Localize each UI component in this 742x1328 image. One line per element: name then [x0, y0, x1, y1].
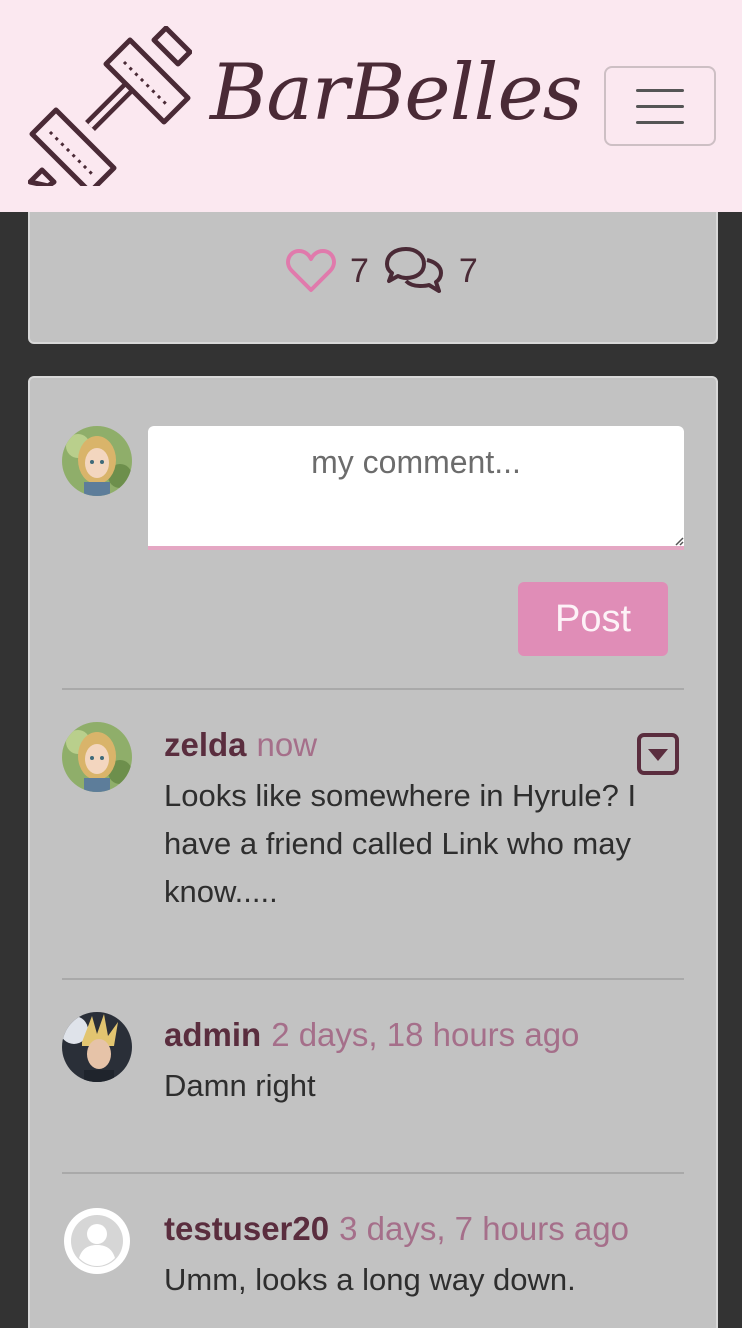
- post-card: 7 7: [28, 190, 718, 344]
- current-user-avatar: [62, 426, 132, 496]
- chat-bubbles-icon[interactable]: [383, 246, 445, 296]
- comment-item: admin 2 days, 18 hours ago Damn right: [62, 1012, 692, 1132]
- comment-text: Umm, looks a long way down.: [164, 1262, 576, 1297]
- heart-outline-icon[interactable]: [286, 249, 336, 293]
- comment-timestamp: now: [256, 726, 318, 763]
- comments-count: 7: [458, 251, 478, 290]
- caret-square-down-icon[interactable]: [636, 732, 680, 776]
- post-stats: 7 7: [286, 244, 492, 298]
- divider: [62, 688, 684, 690]
- comment-input[interactable]: [148, 426, 684, 550]
- comment-avatar-zelda[interactable]: [62, 722, 132, 792]
- hamburger-menu-icon: [636, 88, 684, 92]
- divider: [62, 978, 684, 980]
- comment-header: testuser20 3 days, 7 hours ago: [164, 1210, 629, 1248]
- comment-header: zelda now: [164, 726, 317, 764]
- comment-header: admin 2 days, 18 hours ago: [164, 1016, 579, 1054]
- barbell-icon[interactable]: [28, 26, 192, 186]
- comment-text: Looks like somewhere in Hyrule? I have a…: [164, 778, 637, 909]
- comment-timestamp: 2 days, 18 hours ago: [271, 1016, 580, 1053]
- comment-item: zelda now Looks like somewhere in Hyrule?…: [62, 722, 692, 922]
- brand-name[interactable]: BarBelles: [210, 48, 583, 138]
- resize-grip-icon[interactable]: [674, 536, 684, 546]
- comment-author[interactable]: admin: [164, 1016, 261, 1053]
- comment-author[interactable]: zelda: [164, 726, 247, 763]
- comment-avatar-admin[interactable]: [62, 1012, 132, 1082]
- navbar: BarBelles: [0, 0, 742, 212]
- divider: [62, 1172, 684, 1174]
- comment-item: testuser20 3 days, 7 hours ago Umm, looks…: [62, 1206, 692, 1326]
- default-user-avatar-icon[interactable]: [62, 1206, 132, 1276]
- comment-timestamp: 3 days, 7 hours ago: [339, 1210, 629, 1247]
- post-comment-button[interactable]: Post: [518, 582, 668, 656]
- comment-text: Damn right: [164, 1068, 316, 1103]
- likes-count: 7: [350, 251, 369, 290]
- hamburger-menu-button[interactable]: [604, 66, 716, 146]
- comment-author[interactable]: testuser20: [164, 1210, 329, 1247]
- comments-card: Post zeldanow Looks like somewhere in Hy…: [28, 376, 718, 1328]
